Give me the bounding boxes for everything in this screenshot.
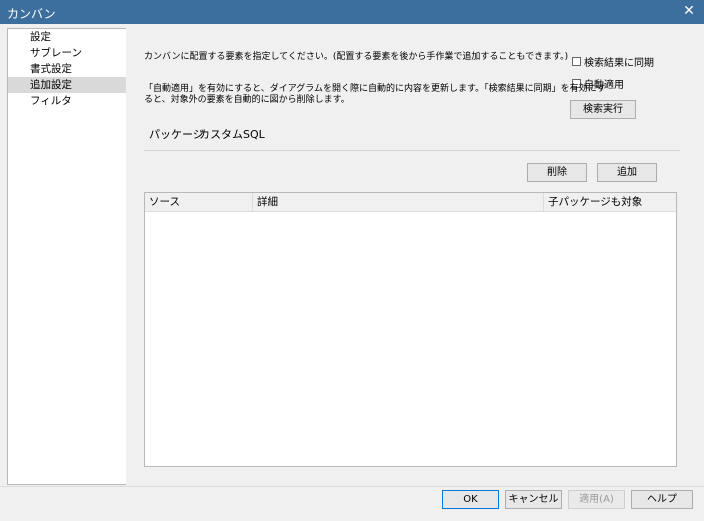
tab-custom-sql[interactable]: カスタムSQL [199,126,265,142]
settings-sidebar: 設定 サブレーン 書式設定 追加設定 フィルタ [7,28,127,485]
help-button[interactable]: ヘルプ [631,490,693,509]
tab-package[interactable]: パッケージ [149,126,204,142]
cancel-button[interactable]: キャンセル [505,490,562,509]
column-header-details[interactable]: 詳細 [253,193,544,211]
table-header: ソース 詳細 子パッケージも対象 [145,193,676,212]
ok-button[interactable]: OK [442,490,499,509]
sidebar-item-additional[interactable]: 追加設定 [8,77,126,93]
sidebar-item-settings[interactable]: 設定 [8,29,126,45]
close-icon[interactable]: ✕ [680,2,698,20]
sidebar-item-format[interactable]: 書式設定 [8,61,126,77]
sidebar-item-sublanes[interactable]: サブレーン [8,45,126,61]
auto-apply-description-line1: 「自動適用」を有効にすると、ダイアグラムを開く際に自動的に内容を更新します。「検… [144,84,606,94]
footer-divider [0,486,704,487]
run-search-button[interactable]: 検索実行 [570,100,636,119]
sync-search-results-checkbox[interactable]: 検索結果に同期 [572,54,654,69]
delete-button[interactable]: 削除 [527,163,587,182]
instruction-text: カンバンに配置する要素を指定してください。(配置する要素を後から手作業で追加する… [144,52,569,62]
auto-apply-description-line2: ると、対象外の要素を自動的に図から削除します。 [144,95,350,105]
checkbox-label: 検索結果に同期 [584,58,654,69]
apply-button[interactable]: 適用(A) [568,490,625,509]
package-table[interactable]: ソース 詳細 子パッケージも対象 [144,192,677,467]
main-panel: カンバンに配置する要素を指定してください。(配置する要素を後から手作業で追加する… [126,28,697,485]
column-header-source[interactable]: ソース [145,193,253,211]
title-bar: カンバン ✕ [0,0,704,24]
add-button[interactable]: 追加 [597,163,657,182]
sidebar-item-filter[interactable]: フィルタ [8,93,126,109]
tab-divider [144,150,680,151]
checkbox-box[interactable] [572,57,581,66]
column-header-include-subpackages[interactable]: 子パッケージも対象 [544,193,676,211]
dialog-body: 設定 サブレーン 書式設定 追加設定 フィルタ カンバンに配置する要素を指定して… [0,24,704,521]
window-title: カンバン [7,7,56,21]
